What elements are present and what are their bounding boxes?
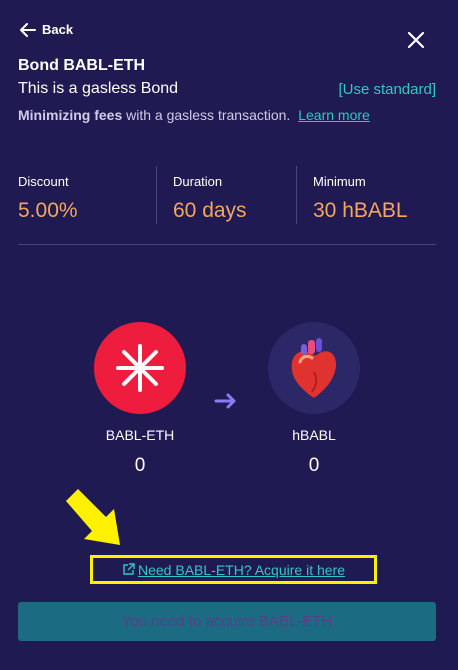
stat-value: 30 hBABL	[313, 199, 408, 222]
fees-note: Minimizing fees with a gasless transacti…	[18, 107, 370, 123]
page-subtitle: This is a gasless Bond	[18, 80, 179, 97]
stat-label: Minimum	[313, 174, 366, 189]
fees-note-text: with a gasless transaction.	[126, 107, 291, 123]
stat-duration: Duration 60 days	[156, 166, 296, 224]
stat-value: 5.00%	[18, 199, 78, 222]
pointer-arrow-icon	[66, 489, 120, 545]
close-icon	[407, 31, 425, 49]
learn-more-link[interactable]: Learn more	[298, 107, 370, 123]
stat-label: Duration	[173, 174, 223, 189]
from-token-name: BABL-ETH	[105, 427, 175, 443]
fees-note-bold: Minimizing fees	[18, 107, 123, 123]
stat-minimum: Minimum 30 hBABL	[296, 166, 436, 224]
acquire-action-button[interactable]: You need to acquire BABL-ETH	[18, 602, 436, 641]
acquire-link-label: Need BABL-ETH? Acquire it here	[138, 561, 345, 578]
arrow-left-icon	[20, 22, 36, 37]
stat-label: Discount	[18, 174, 69, 189]
to-token-amount: 0	[308, 455, 320, 476]
stat-value: 60 days	[173, 199, 247, 222]
stat-discount: Discount 5.00%	[18, 166, 156, 224]
external-link-icon	[123, 563, 135, 575]
use-standard-link[interactable]: [Use standard]	[338, 81, 436, 98]
divider	[18, 244, 436, 245]
to-token-name: hBABL	[292, 427, 336, 443]
from-token-amount: 0	[134, 455, 146, 476]
page-title: Bond BABL-ETH	[18, 57, 146, 74]
close-button[interactable]	[406, 30, 426, 50]
acquire-link[interactable]: Need BABL-ETH? Acquire it here	[90, 555, 377, 584]
arrow-right-icon	[214, 393, 236, 409]
babl-logo-icon	[94, 322, 186, 414]
heart-logo-icon	[268, 322, 360, 414]
back-label: Back	[42, 22, 74, 37]
back-button[interactable]: Back	[20, 22, 73, 37]
bond-stats: Discount 5.00% Duration 60 days Minimum …	[18, 166, 436, 224]
